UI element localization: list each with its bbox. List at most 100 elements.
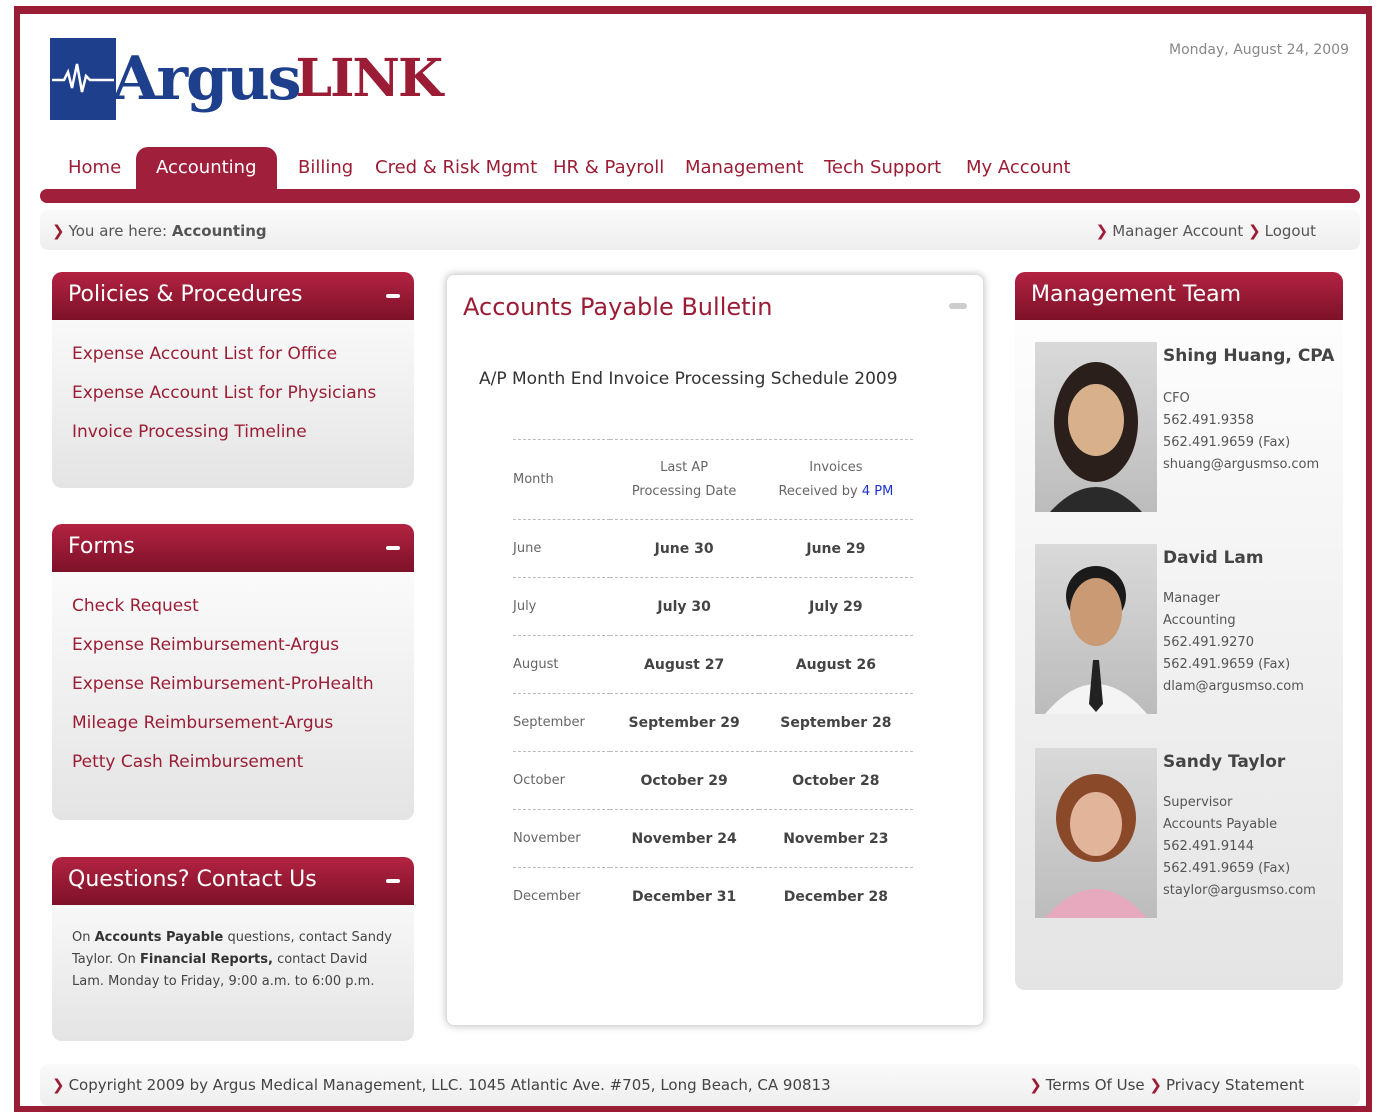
cell-last: September 29 <box>628 714 740 731</box>
footer-copyright: ❯ Copyright 2009 by Argus Medical Managem… <box>52 1076 831 1094</box>
member-title: CFO <box>1163 391 1190 406</box>
member-title: Supervisor <box>1163 795 1233 810</box>
link-mileage-reimb[interactable]: Mileage Reimbursement-Argus <box>72 713 394 733</box>
management-team-panel: Management Team Shing Huang, CPA CFO 562… <box>1015 272 1343 990</box>
nav-accounting[interactable]: Accounting <box>136 147 277 192</box>
member-phone: 562.491.9270 <box>1163 635 1254 650</box>
table-header-row: Month Last AP Processing Date Invoices Rec… <box>513 439 913 520</box>
member-fax: 562.491.9659 (Fax) <box>1163 435 1291 450</box>
logo-link-text: LINK <box>295 48 444 109</box>
cell-month: June <box>513 541 542 556</box>
link-check-request[interactable]: Check Request <box>72 596 394 616</box>
cell-last: November 24 <box>631 830 737 847</box>
argus-link-logo[interactable]: Argus LINK <box>50 36 444 122</box>
breadcrumb-prefix: You are here: <box>68 222 168 240</box>
ap-bulletin-panel: Accounts Payable Bulletin A/P Month End … <box>446 274 984 1026</box>
member-email[interactable]: dlam@argusmso.com <box>1163 676 1304 698</box>
nav-management[interactable]: Management <box>685 157 804 178</box>
link-expense-physicians[interactable]: Expense Account List for Physicians <box>72 383 394 403</box>
bulletin-title: Accounts Payable Bulletin <box>463 293 773 321</box>
col-invoices-time: 4 PM <box>861 483 894 499</box>
table-row: June June 30 June 29 <box>513 519 913 578</box>
breadcrumb-current[interactable]: Accounting <box>172 222 267 240</box>
col-last-ap-line2: Processing Date <box>631 483 737 499</box>
contact-panel: Questions? Contact Us On Accounts Payabl… <box>52 857 414 1041</box>
schedule-table: Month Last AP Processing Date Invoices Rec… <box>513 439 913 926</box>
link-invoice-timeline[interactable]: Invoice Processing Timeline <box>72 422 394 442</box>
chevron-right-icon: ❯ <box>52 222 65 240</box>
member-info: Manager Accounting 562.491.9270 562.491.… <box>1163 588 1304 698</box>
table-row: October October 29 October 28 <box>513 751 913 810</box>
forms-panel: Forms Check Request Expense Reimbursemen… <box>52 524 414 820</box>
link-petty-cash[interactable]: Petty Cash Reimbursement <box>72 752 394 772</box>
member-name: Shing Huang, CPA <box>1163 346 1335 366</box>
contact-bold-fr: Financial Reports, <box>140 952 273 967</box>
member-fax: 562.491.9659 (Fax) <box>1163 657 1291 672</box>
team-member: David Lam Manager Accounting 562.491.927… <box>1035 544 1335 724</box>
member-name: Sandy Taylor <box>1163 752 1286 772</box>
policies-panel: Policies & Procedures Expense Account Li… <box>52 272 414 488</box>
logout-link[interactable]: Logout <box>1265 222 1316 240</box>
nav-hr-payroll[interactable]: HR & Payroll <box>553 157 664 178</box>
link-reimb-prohealth[interactable]: Expense Reimbursement-ProHealth <box>72 674 394 694</box>
contact-header: Questions? Contact Us <box>52 857 414 905</box>
nav-my-account[interactable]: My Account <box>966 157 1071 178</box>
collapse-icon[interactable] <box>386 879 400 883</box>
member-department: Accounting <box>1163 613 1236 628</box>
forms-title: Forms <box>68 534 135 559</box>
cell-month: October <box>513 773 566 788</box>
terms-link[interactable]: Terms Of Use <box>1046 1076 1145 1094</box>
link-expense-office[interactable]: Expense Account List for Office <box>72 344 394 364</box>
nav-billing[interactable]: Billing <box>298 157 353 178</box>
contact-bold-ap: Accounts Payable <box>94 930 224 945</box>
collapse-icon[interactable] <box>386 294 400 298</box>
member-title: Manager <box>1163 591 1220 606</box>
cell-last: July 30 <box>657 598 711 615</box>
cell-received: August 26 <box>795 656 876 673</box>
cell-received: November 23 <box>783 830 889 847</box>
col-invoices-line1: Invoices <box>809 459 863 475</box>
copyright-text: Copyright 2009 by Argus Medical Manageme… <box>68 1076 831 1094</box>
table-row: August August 27 August 26 <box>513 635 913 694</box>
cell-last: October 29 <box>640 772 728 789</box>
privacy-link[interactable]: Privacy Statement <box>1166 1076 1304 1094</box>
manager-account-link[interactable]: Manager Account <box>1112 222 1243 240</box>
chevron-right-icon: ❯ <box>1149 1076 1162 1094</box>
avatar <box>1035 544 1157 714</box>
contact-text-1: On <box>72 930 95 945</box>
breadcrumb-path: ❯ You are here: Accounting <box>52 222 267 240</box>
cell-received: December 28 <box>783 888 889 905</box>
collapse-icon[interactable] <box>386 546 400 550</box>
nav-home[interactable]: Home <box>68 157 121 178</box>
collapse-icon[interactable] <box>949 303 967 309</box>
chevron-right-icon: ❯ <box>1095 222 1109 240</box>
table-row: July July 30 July 29 <box>513 577 913 636</box>
member-info: CFO 562.491.9358 562.491.9659 (Fax) shua… <box>1163 388 1319 476</box>
chevron-right-icon: ❯ <box>1248 222 1261 240</box>
bulletin-subtitle: A/P Month End Invoice Processing Schedul… <box>479 369 898 389</box>
cell-last: August 27 <box>644 656 725 673</box>
cell-received: June 29 <box>806 540 866 557</box>
nav-cred-risk[interactable]: Cred & Risk Mgmt <box>375 157 537 178</box>
member-email[interactable]: shuang@argusmso.com <box>1163 454 1319 476</box>
member-phone: 562.491.9144 <box>1163 839 1254 854</box>
cell-received: September 28 <box>780 714 892 731</box>
account-links: ❯ Manager Account ❯ Logout <box>1096 222 1316 240</box>
member-name: David Lam <box>1163 548 1264 568</box>
team-title: Management Team <box>1031 282 1242 307</box>
col-last-ap-line1: Last AP <box>660 459 709 475</box>
footer-links: ❯ Terms Of Use ❯ Privacy Statement <box>1029 1076 1304 1094</box>
nav-tech-support[interactable]: Tech Support <box>824 157 941 178</box>
footer: ❯ Copyright 2009 by Argus Medical Managem… <box>40 1064 1360 1106</box>
col-invoices: Invoices Received by 4 PM <box>759 440 913 520</box>
cell-month: July <box>513 599 537 614</box>
member-phone: 562.491.9358 <box>1163 413 1254 428</box>
member-email[interactable]: staylor@argusmso.com <box>1163 880 1316 902</box>
chevron-right-icon: ❯ <box>1029 1076 1042 1094</box>
contact-title: Questions? Contact Us <box>68 867 317 892</box>
link-reimb-argus[interactable]: Expense Reimbursement-Argus <box>72 635 394 655</box>
member-info: Supervisor Accounts Payable 562.491.9144… <box>1163 792 1316 902</box>
team-member: Sandy Taylor Supervisor Accounts Payable… <box>1035 748 1335 928</box>
cell-month: November <box>513 831 581 846</box>
team-member: Shing Huang, CPA CFO 562.491.9358 562.49… <box>1035 342 1335 522</box>
